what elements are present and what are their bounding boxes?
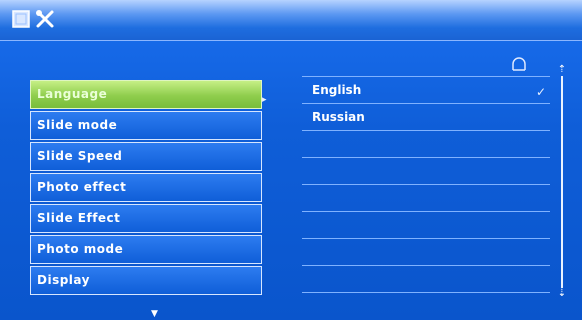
option-empty [302,239,550,266]
title-bar [0,0,582,41]
menu-item-label: Photo mode [37,242,124,256]
menu-pointer-icon: ▸ [262,95,267,105]
menu-item-label: Display [37,273,90,287]
option-empty [302,131,550,158]
lock-icon [512,57,526,71]
scroll-track[interactable] [561,76,563,288]
menu-item-photo-effect[interactable]: Photo effect [30,173,262,202]
menu-item-label: Slide mode [37,118,118,132]
option-label: Russian [312,110,365,124]
language-options-list: English ✓ Russian [302,76,550,293]
option-empty [302,212,550,239]
tools-icon [36,10,54,28]
scroll-up-icon[interactable]: ⇡ [556,64,568,76]
menu-item-slide-mode[interactable]: Slide mode [30,111,262,140]
menu-item-label: Photo effect [37,180,127,194]
scroll-down-icon[interactable]: ⇣ [556,288,568,300]
option-russian[interactable]: Russian [302,104,550,131]
settings-menu: Language Slide mode Slide Speed Photo ef… [30,80,262,297]
menu-item-label: Slide Effect [37,211,121,225]
check-icon: ✓ [535,85,546,99]
option-empty [302,266,550,293]
more-below-icon[interactable]: ▼ [151,309,158,319]
settings-screen: Language Slide mode Slide Speed Photo ef… [0,0,582,320]
menu-item-slide-speed[interactable]: Slide Speed [30,142,262,171]
menu-item-label: Language [37,87,108,101]
option-empty [302,158,550,185]
menu-item-display[interactable]: Display [30,266,262,295]
settings-icon-square [12,10,30,28]
menu-item-slide-effect[interactable]: Slide Effect [30,204,262,233]
menu-item-language[interactable]: Language [30,80,262,109]
option-empty [302,185,550,212]
scrollbar[interactable]: ⇡ ⇣ [556,64,568,300]
option-label: English [312,83,362,97]
menu-item-photo-mode[interactable]: Photo mode [30,235,262,264]
menu-item-label: Slide Speed [37,149,123,163]
